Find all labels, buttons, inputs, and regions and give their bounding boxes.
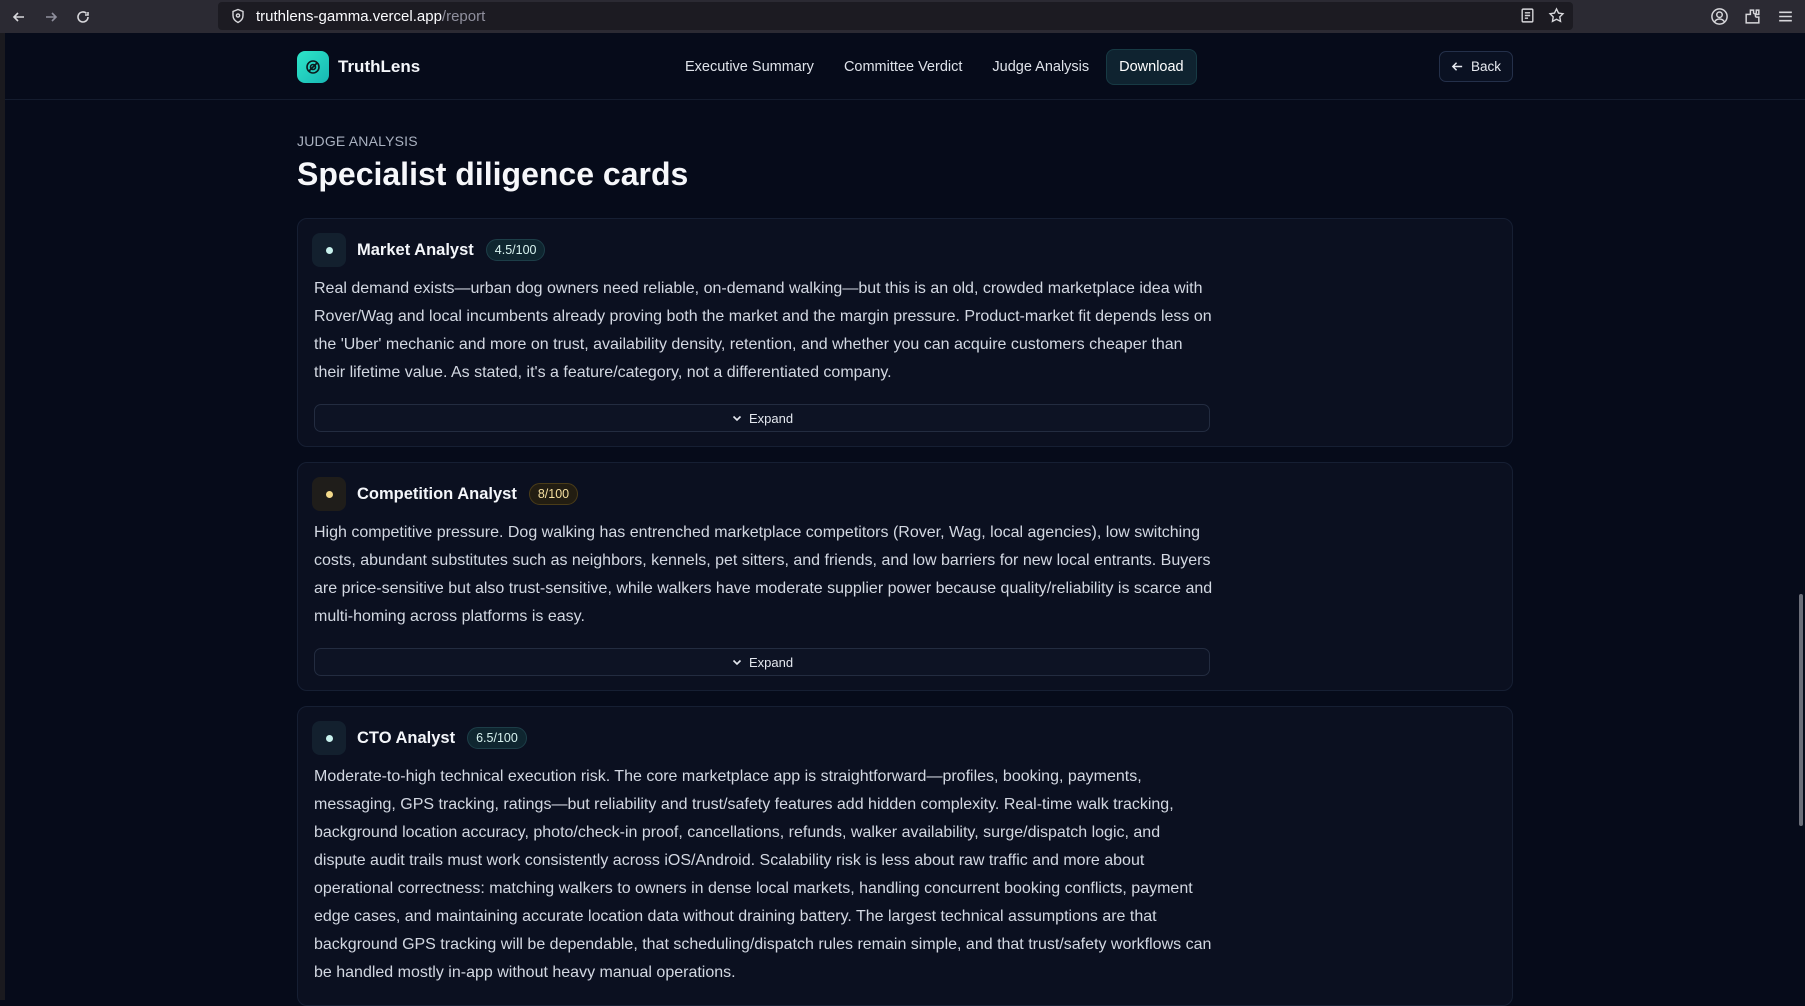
- expand-label: Expand: [748, 410, 794, 426]
- browser-toolbar: truthlens-gamma.vercel.app/report: [0, 0, 1805, 33]
- score-badge: 6.5/100: [467, 727, 527, 749]
- app-header: TruthLens Executive Summary Committee Ve…: [5, 33, 1805, 100]
- forward-arrow-icon[interactable]: [38, 4, 64, 30]
- expand-button[interactable]: Expand: [314, 404, 1210, 432]
- back-arrow-icon[interactable]: [6, 4, 32, 30]
- account-icon[interactable]: [1710, 7, 1729, 26]
- window-edge: [0, 33, 5, 1000]
- card-title: CTO Analyst: [357, 728, 456, 747]
- score-badge: 8/100: [528, 483, 579, 505]
- card-summary: Real demand exists—urban dog owners need…: [314, 280, 1212, 381]
- card-title: Competition Analyst: [357, 484, 517, 503]
- expand-button[interactable]: Expand: [314, 648, 1210, 676]
- judge-card-market: Market Analyst 4.5/100 Real demand exist…: [297, 218, 1513, 447]
- section-label: JUDGE ANALYSIS: [297, 133, 418, 149]
- expand-label: Expand: [748, 654, 794, 670]
- status-dot-icon: [325, 734, 333, 742]
- back-button-label: Back: [1471, 59, 1502, 74]
- status-dot-icon: [325, 490, 333, 498]
- brand-name: TruthLens: [338, 57, 421, 76]
- top-nav: Executive Summary Committee Verdict Judg…: [672, 49, 1197, 85]
- status-indicator: [312, 721, 346, 755]
- reader-view-icon[interactable]: [1519, 7, 1536, 24]
- status-dot-icon: [325, 246, 333, 254]
- nav-download[interactable]: Download: [1106, 49, 1197, 85]
- nav-executive-summary[interactable]: Executive Summary: [672, 49, 827, 85]
- url-host: truthlens-gamma.vercel.app: [256, 7, 442, 25]
- back-button[interactable]: Back: [1439, 51, 1514, 82]
- brand[interactable]: TruthLens: [297, 51, 420, 83]
- extensions-icon[interactable]: [1743, 7, 1762, 26]
- nav-committee-verdict[interactable]: Committee Verdict: [831, 49, 975, 85]
- card-title: Market Analyst: [357, 240, 474, 259]
- bookmark-star-icon[interactable]: [1548, 7, 1565, 24]
- judge-card-cto: CTO Analyst 6.5/100 Moderate-to-high tec…: [297, 706, 1513, 1006]
- arrow-left-icon: [1451, 62, 1463, 71]
- judge-card-competition: Competition Analyst 8/100 High competiti…: [297, 462, 1513, 691]
- logo-icon: [297, 51, 329, 83]
- shield-icon: [232, 8, 244, 24]
- chevron-down-icon: [732, 415, 742, 422]
- card-summary: Moderate-to-high technical execution ris…: [314, 768, 1212, 981]
- chevron-down-icon: [732, 659, 742, 666]
- status-indicator: [312, 233, 346, 267]
- menu-icon[interactable]: [1776, 7, 1795, 26]
- scrollbar-thumb[interactable]: [1799, 594, 1803, 826]
- status-indicator: [312, 477, 346, 511]
- card-summary: High competitive pressure. Dog walking h…: [314, 524, 1213, 625]
- reload-icon[interactable]: [70, 4, 96, 30]
- address-bar[interactable]: truthlens-gamma.vercel.app/report: [218, 2, 1573, 30]
- nav-judge-analysis[interactable]: Judge Analysis: [979, 49, 1102, 85]
- page-title: Specialist diligence cards: [297, 156, 689, 192]
- url-path: /report: [441, 7, 486, 25]
- score-badge: 4.5/100: [485, 239, 546, 261]
